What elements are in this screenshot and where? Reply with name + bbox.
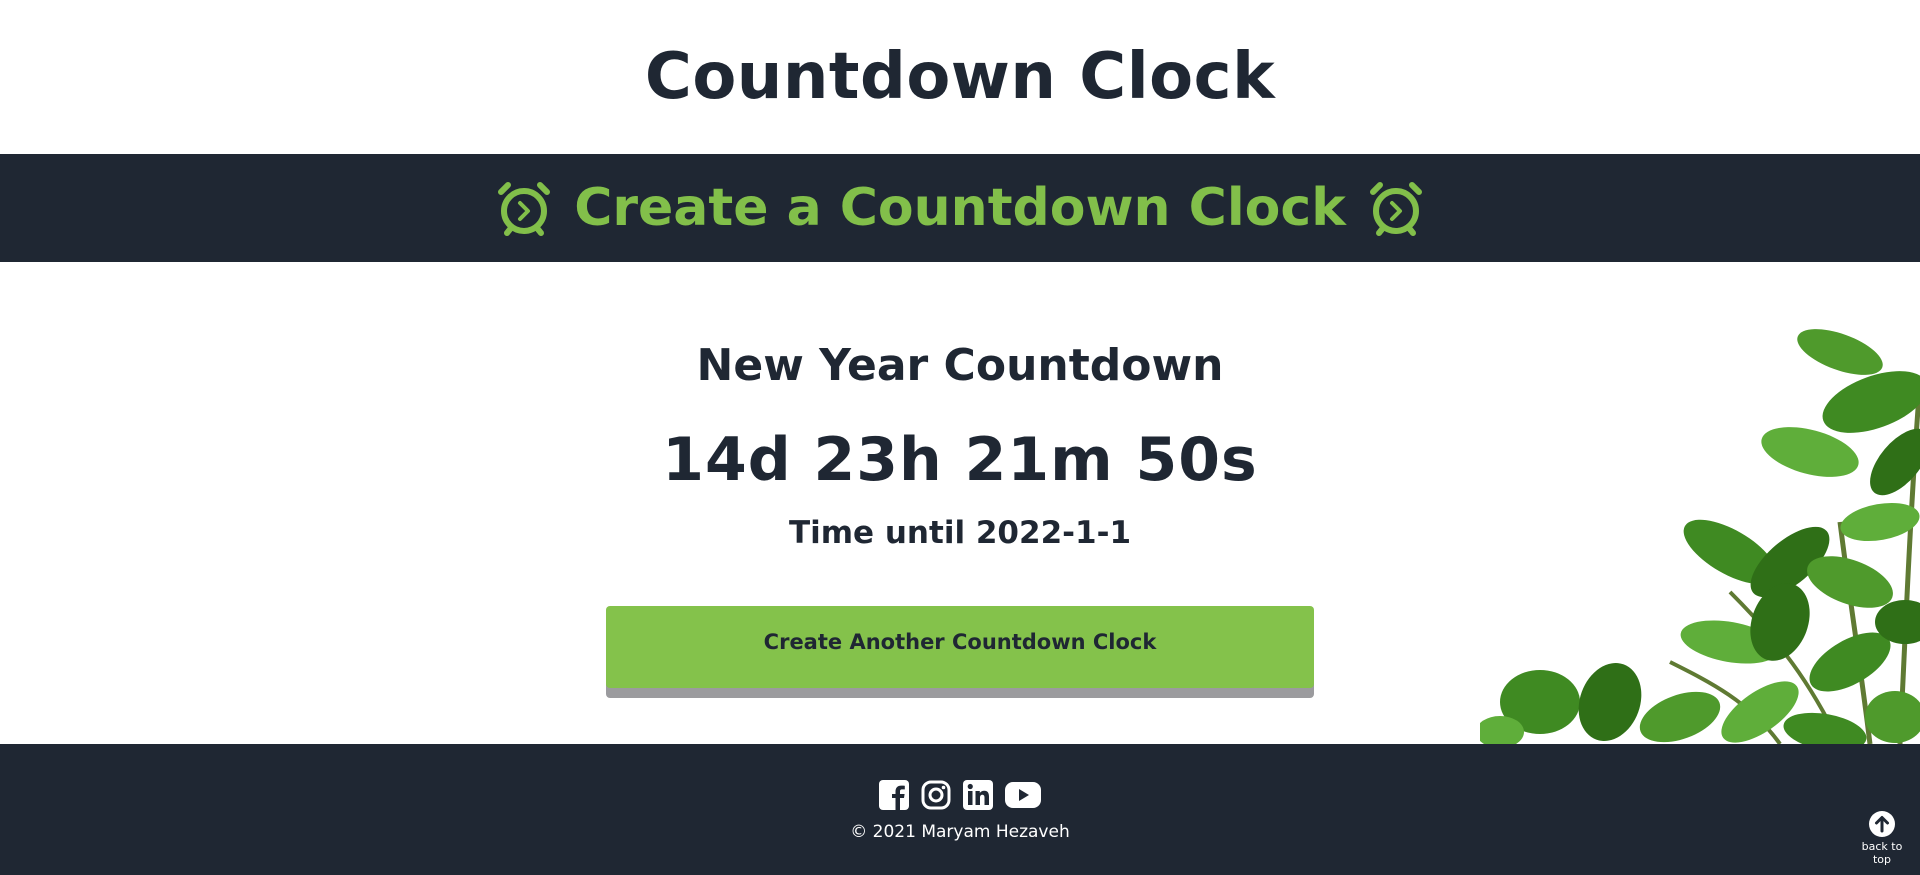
countdown-title: New Year Countdown (696, 340, 1224, 391)
linkedin-icon[interactable] (962, 779, 994, 811)
alarm-clock-icon (1369, 182, 1422, 236)
banner: Create a Countdown Clock (0, 154, 1920, 262)
back-to-top-label[interactable]: back to top (1852, 840, 1912, 866)
countdown-target-date: Time until 2022-1-1 (788, 515, 1132, 551)
countdown-display: New Year Countdown 14d 23h 21m 50s Time … (0, 262, 1920, 551)
youtube-icon[interactable] (1004, 779, 1042, 811)
instagram-icon[interactable] (920, 779, 952, 811)
alarm-clock-icon (498, 182, 551, 236)
create-another-countdown-button[interactable]: Create Another Countdown Clock (606, 606, 1314, 688)
page-title: Countdown Clock (644, 40, 1276, 114)
back-to-top-link[interactable]: back to top (1852, 810, 1912, 866)
social-links (0, 779, 1920, 811)
footer: © 2021 Maryam Hezaveh back to top (0, 744, 1920, 875)
facebook-icon[interactable] (878, 779, 910, 811)
page-header: Countdown Clock (0, 0, 1920, 154)
arrow-up-circle-icon[interactable] (1868, 810, 1896, 838)
copyright-text: © 2021 Maryam Hezaveh (850, 822, 1070, 842)
countdown-timer: 14d 23h 21m 50s (662, 425, 1258, 495)
countdown-section: New Year Countdown 14d 23h 21m 50s Time … (0, 262, 1920, 744)
banner-title: Create a Countdown Clock (574, 178, 1346, 238)
